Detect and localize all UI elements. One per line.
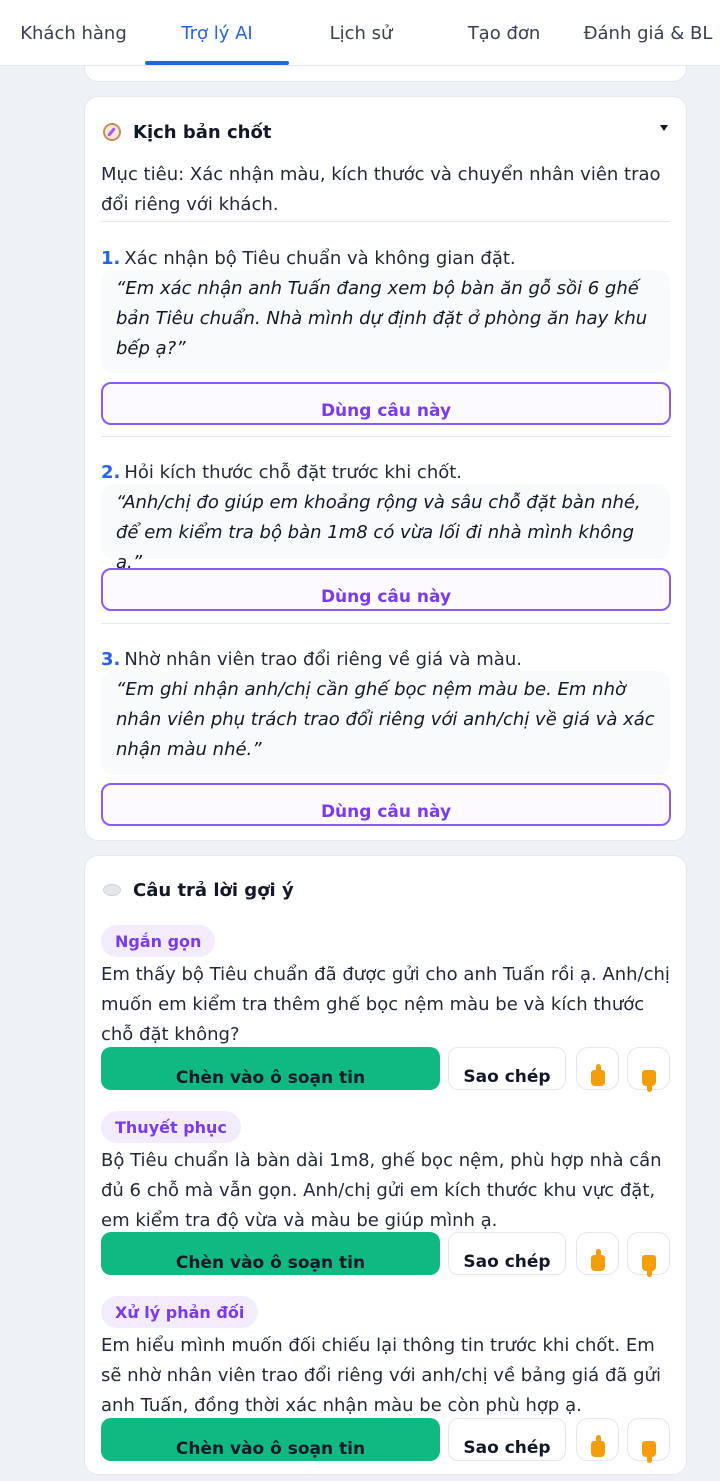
- reply-2-tag: Thuyết phục: [101, 1111, 241, 1143]
- reply-2-text: Bộ Tiêu chuẩn là bàn dài 1m8, ghế bọc nệ…: [101, 1150, 662, 1231]
- reply-3-insert-button[interactable]: Chèn vào ô soạn tin: [101, 1418, 440, 1461]
- step-1-number: 1.: [101, 248, 121, 269]
- reply-1-text: Em thấy bộ Tiêu chuẩn đã được gửi cho an…: [101, 964, 670, 1045]
- divider: [101, 623, 670, 624]
- speech-bubble-icon: [103, 884, 121, 896]
- closing-goal: Mục tiêu: Xác nhận màu, kích thước và ch…: [101, 164, 661, 215]
- reply-2-like-button[interactable]: [576, 1232, 619, 1275]
- closing-script-title: Kịch bản chốt: [133, 121, 272, 143]
- reply-3-dislike-button[interactable]: [627, 1418, 670, 1463]
- reply-2-dislike-button[interactable]: [627, 1232, 670, 1277]
- tab-create-order[interactable]: Tạo đơn: [432, 0, 576, 66]
- tab-bar: Khách hàng Trợ lý AI Lịch sử Tạo đơn Đán…: [0, 0, 720, 66]
- thumbs-down-icon: [641, 1255, 656, 1277]
- tab-ai-assistant[interactable]: Trợ lý AI: [145, 0, 289, 66]
- thumbs-up-icon: [590, 1435, 605, 1457]
- reply-1-like-button[interactable]: [576, 1047, 619, 1090]
- step-3-use-button[interactable]: Dùng câu này: [101, 783, 671, 826]
- step-2-use-button[interactable]: Dùng câu này: [101, 568, 671, 611]
- closing-script-header[interactable]: Kịch bản chốt: [103, 117, 271, 147]
- reply-2-copy-button[interactable]: Sao chép: [448, 1232, 566, 1275]
- step-1-text: Xác nhận bộ Tiêu chuẩn và không gian đặt…: [124, 248, 516, 269]
- step-1-quote: “Em xác nhận anh Tuấn đang xem bộ bàn ăn…: [101, 270, 670, 373]
- thumbs-down-icon: [641, 1070, 656, 1092]
- thumbs-up-icon: [590, 1249, 605, 1271]
- step-3-text: Nhờ nhân viên trao đổi riêng về giá và m…: [124, 649, 522, 670]
- reply-1-tag: Ngắn gọn: [101, 925, 216, 957]
- step-2-text: Hỏi kích thước chỗ đặt trước khi chốt.: [124, 462, 463, 483]
- step-3-quote: “Em ghi nhận anh/chị cần ghế bọc nệm màu…: [101, 671, 670, 775]
- reply-1-insert-button[interactable]: Chèn vào ô soạn tin: [101, 1047, 440, 1090]
- closing-script-card: Kịch bản chốt Mục tiêu: Xác nhận màu, kí…: [84, 96, 687, 841]
- step-2-quote: “Anh/chị đo giúp em khoảng rộng và sâu c…: [101, 484, 670, 573]
- reply-3-text: Em hiểu mình muốn đối chiếu lại thông ti…: [101, 1335, 661, 1416]
- tab-customers[interactable]: Khách hàng: [0, 0, 147, 66]
- step-3-title: 3. Nhờ nhân viên trao đổi riêng về giá và…: [101, 646, 522, 674]
- compass-icon: [103, 123, 121, 141]
- step-1-title: 1. Xác nhận bộ Tiêu chuẩn và không gian đ…: [101, 245, 516, 273]
- thumbs-up-icon: [590, 1064, 605, 1086]
- active-tab-indicator: [145, 61, 289, 65]
- reply-3-tag: Xử lý phản đối: [101, 1296, 259, 1328]
- suggested-replies-card: Câu trả lời gợi ý Ngắn gọn Em thấy bộ Ti…: [84, 855, 687, 1475]
- step-1-use-button[interactable]: Dùng câu này: [101, 382, 671, 425]
- suggested-replies-title: Câu trả lời gợi ý: [133, 879, 294, 901]
- suggested-replies-header: Câu trả lời gợi ý: [103, 875, 294, 905]
- step-2-title: 2. Hỏi kích thước chỗ đặt trước khi chốt.: [101, 459, 462, 487]
- caret-down-icon[interactable]: [660, 125, 668, 131]
- reply-2-insert-button[interactable]: Chèn vào ô soạn tin: [101, 1232, 440, 1275]
- left-gutter: [0, 66, 66, 1481]
- reply-1-copy-button[interactable]: Sao chép: [448, 1047, 566, 1090]
- tab-history[interactable]: Lịch sử: [290, 0, 432, 66]
- reply-3-copy-button[interactable]: Sao chép: [448, 1418, 566, 1461]
- thumbs-down-icon: [641, 1441, 656, 1463]
- step-2-number: 2.: [101, 462, 121, 483]
- divider: [101, 436, 670, 437]
- tab-reviews[interactable]: Đánh giá & BL: [576, 0, 720, 66]
- step-3-number: 3.: [101, 649, 121, 670]
- reply-3-like-button[interactable]: [576, 1418, 619, 1461]
- reply-1-dislike-button[interactable]: [627, 1047, 670, 1092]
- divider: [101, 221, 670, 222]
